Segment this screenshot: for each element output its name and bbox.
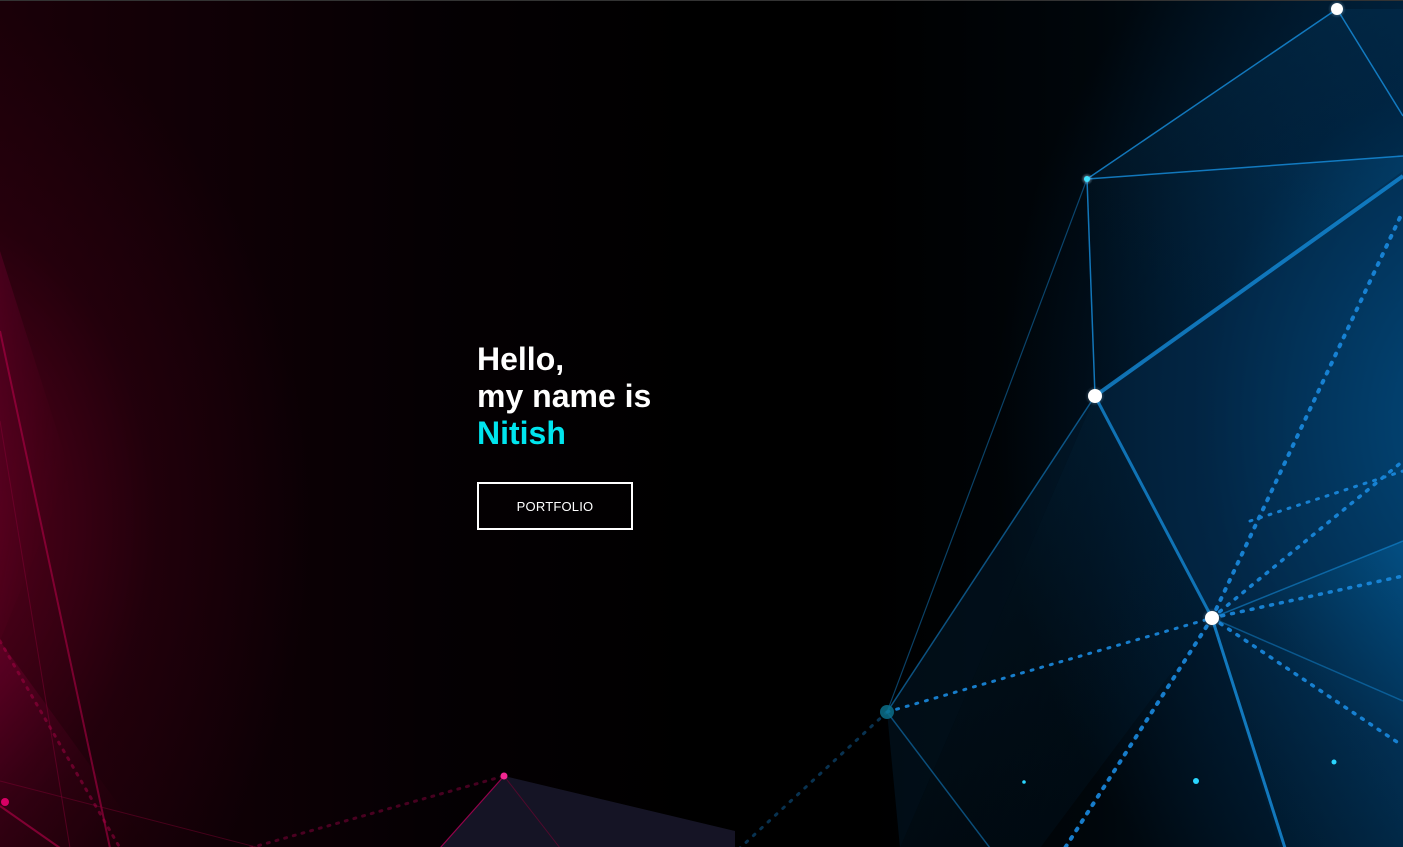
blue-network: [738, 1, 1403, 847]
network-background: [0, 1, 1403, 847]
intro-text: my name is: [477, 378, 652, 414]
hero-section: Hello, my name is Nitish PORTFOLIO: [0, 0, 1403, 847]
intro-heading: Hello, my name is Nitish: [477, 341, 651, 452]
portfolio-button[interactable]: PORTFOLIO: [477, 482, 633, 530]
name-text: Nitish: [477, 415, 566, 451]
greeting-text: Hello,: [477, 341, 565, 377]
